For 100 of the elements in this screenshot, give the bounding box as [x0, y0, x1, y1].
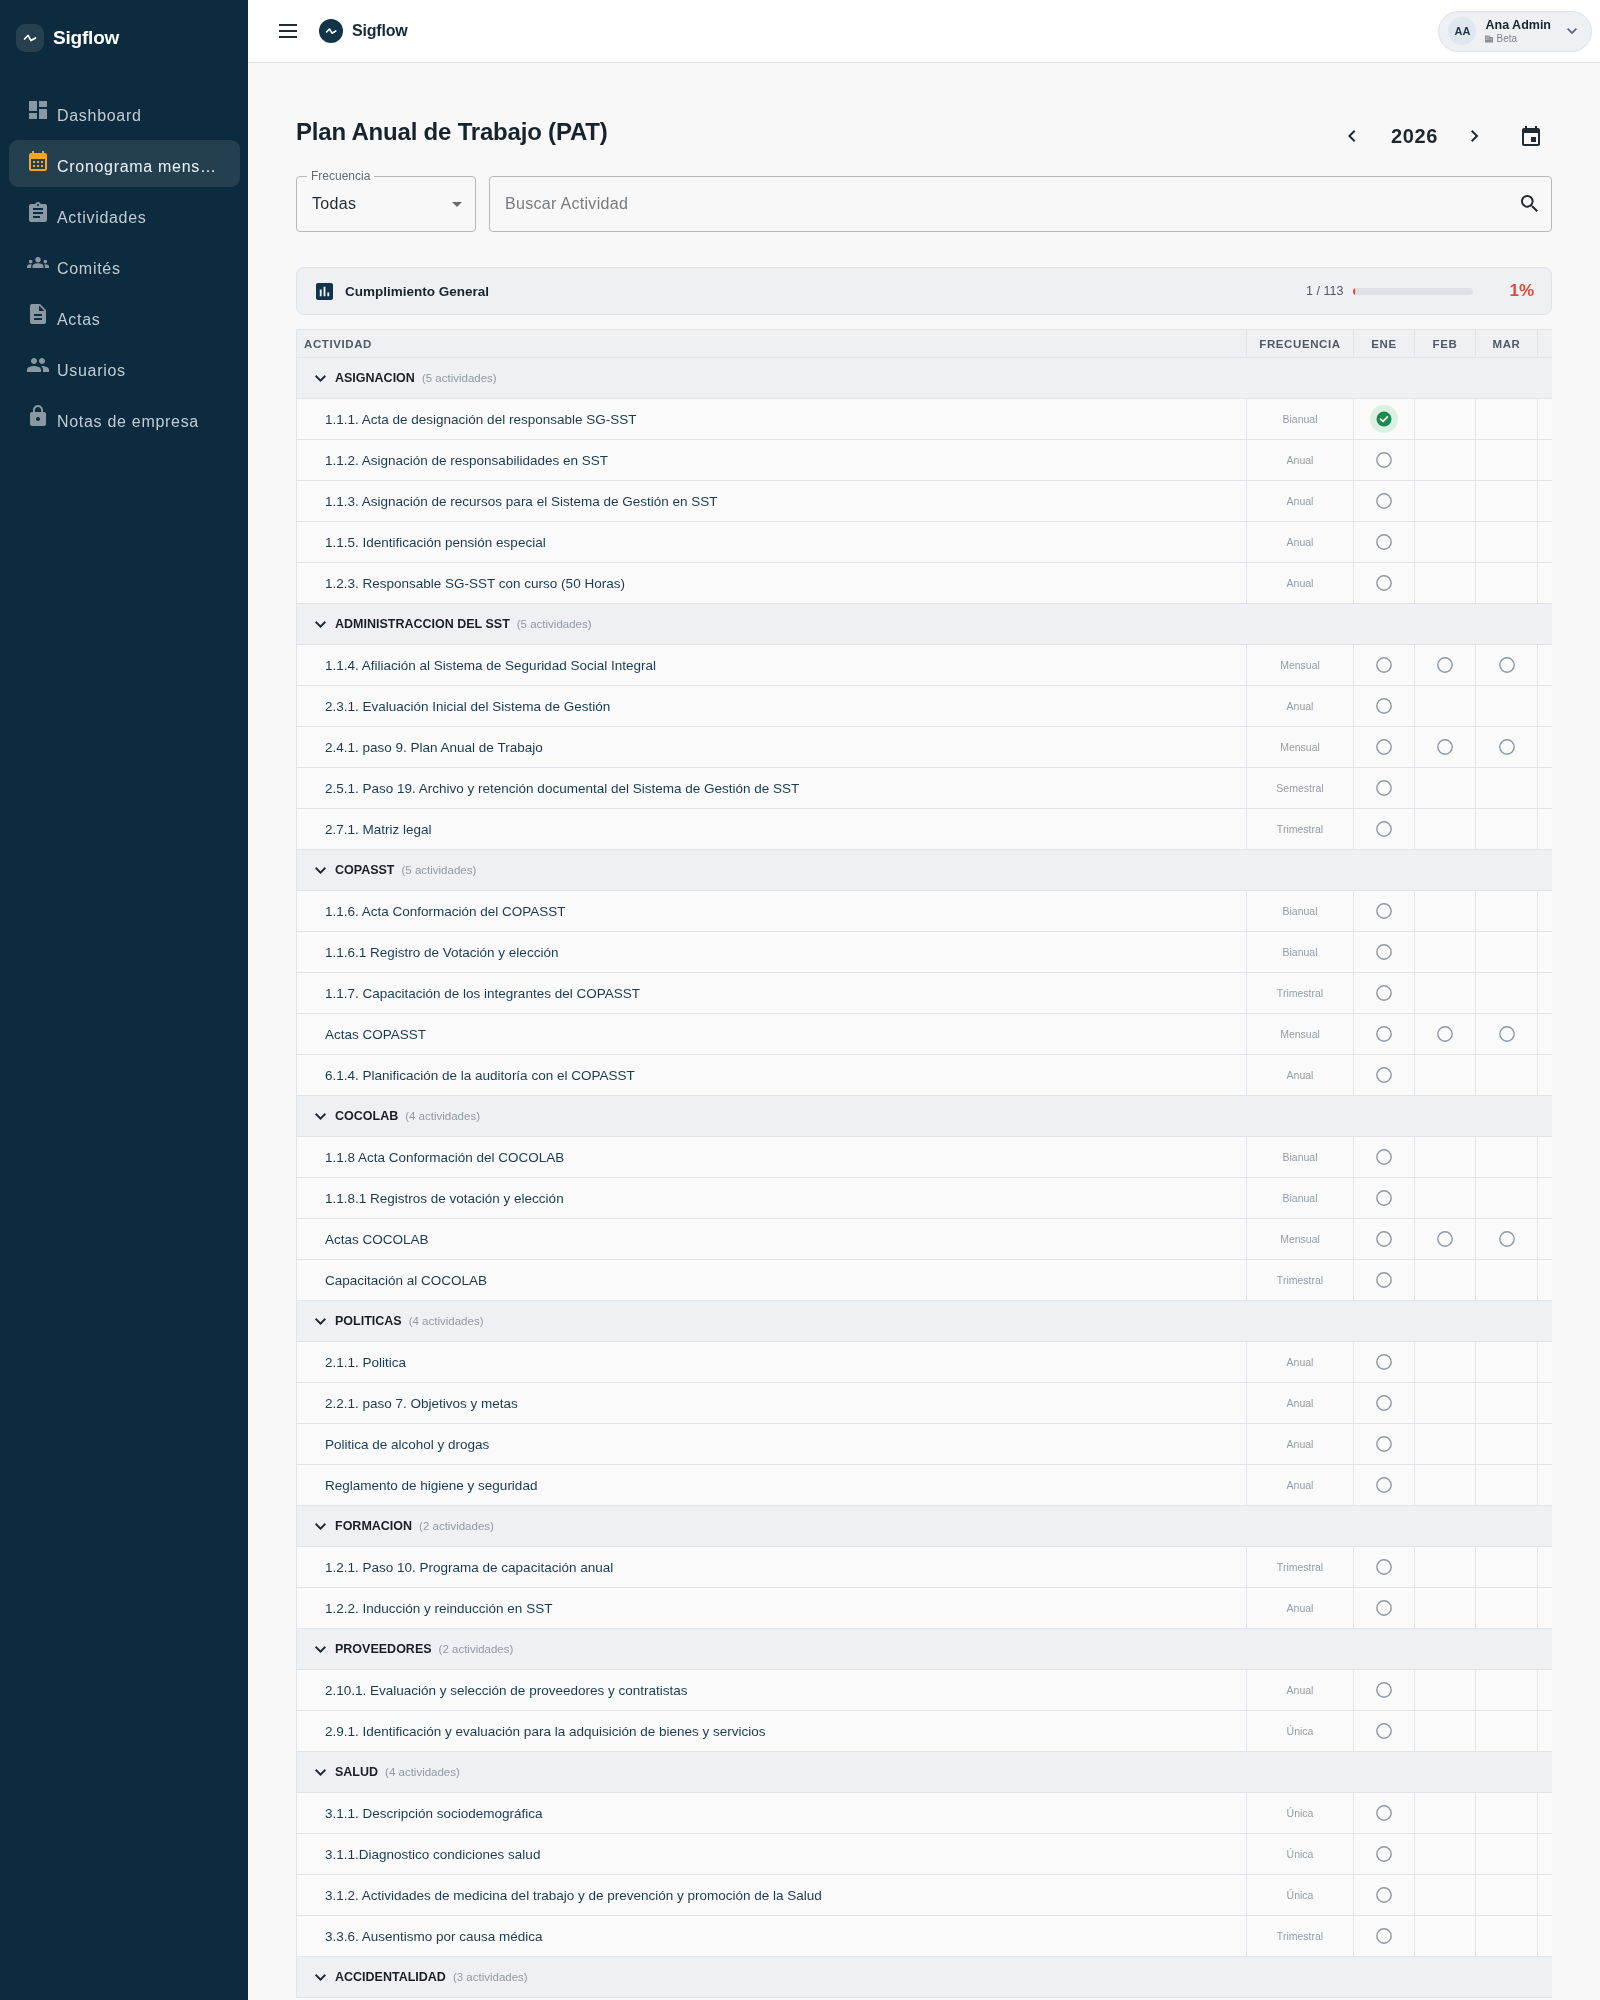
circle-icon[interactable] — [1376, 1354, 1392, 1370]
circle-icon[interactable] — [1376, 1682, 1392, 1698]
activity-name: 1.2.1. Paso 10. Programa de capacitación anual — [325, 1559, 614, 1575]
nav-item[interactable]: Actas — [9, 293, 240, 340]
building-icon — [1485, 34, 1494, 43]
brand-name: Sigflow — [53, 26, 120, 49]
activity-name: 1.1.6.1 Registro de Votación y elección — [325, 944, 559, 960]
group-header-row[interactable]: ACCIDENTALIDAD (3 actividades) — [297, 1957, 1552, 1998]
user-menu-button[interactable]: AA Ana Admin Beta — [1438, 10, 1592, 52]
circle-icon[interactable] — [1376, 1887, 1392, 1903]
circle-icon[interactable] — [1376, 534, 1392, 550]
frequency-select[interactable]: Frecuencia Todas — [296, 168, 476, 232]
circle-icon[interactable] — [1376, 1477, 1392, 1493]
circle-icon[interactable] — [1437, 1231, 1453, 1247]
nav-item[interactable]: Comités — [9, 242, 240, 289]
activity-name: 3.3.6. Ausentismo por causa médica — [325, 1928, 543, 1944]
circle-icon[interactable] — [1376, 452, 1392, 468]
activity-name: 1.1.8.1 Registros de votación y elección — [325, 1190, 564, 1206]
activity-name: Actas COCOLAB — [325, 1231, 429, 1247]
circle-icon[interactable] — [1376, 1395, 1392, 1411]
circle-icon[interactable] — [1376, 780, 1392, 796]
circle-icon[interactable] — [1376, 821, 1392, 837]
circle-icon[interactable] — [1498, 1026, 1515, 1042]
menu-button[interactable] — [279, 24, 297, 38]
activity-name: 2.9.1. Identificación y evaluación para la adquisición de bienes y servicios — [325, 1723, 766, 1739]
group-name: COPASST — [335, 863, 395, 877]
frequency-label: Anual — [1286, 1438, 1314, 1450]
circle-icon[interactable] — [1376, 575, 1392, 591]
circle-icon[interactable] — [1376, 903, 1392, 919]
circle-icon[interactable] — [1376, 1928, 1392, 1944]
circle-icon[interactable] — [1376, 985, 1392, 1001]
circle-icon[interactable] — [1376, 698, 1392, 714]
circle-icon[interactable] — [1437, 1026, 1453, 1042]
frequency-label: Mensual — [1280, 1233, 1320, 1245]
frequency-label: Anual — [1286, 577, 1314, 589]
group-header-row[interactable]: SALUD (4 actividades) — [297, 1752, 1552, 1793]
chevron-left-icon — [1348, 130, 1356, 142]
activity-name: 2.2.1. paso 7. Objetivos y metas — [325, 1395, 518, 1411]
circle-icon[interactable] — [1376, 1190, 1392, 1206]
group-header-row[interactable]: ADMINISTRACCION DEL SST (5 actividades) — [297, 604, 1552, 645]
search-icon[interactable] — [1521, 195, 1538, 212]
nav-item[interactable]: Notas de empresa — [9, 395, 240, 442]
calendar-icon — [1522, 126, 1540, 146]
activity-name: 2.4.1. paso 9. Plan Anual de Trabajo — [325, 739, 543, 755]
circle-icon[interactable] — [1376, 1846, 1392, 1862]
nav-item[interactable]: Cronograma mens… — [9, 140, 240, 187]
circle-icon[interactable] — [1376, 657, 1392, 673]
group-header-row[interactable]: FORMACION (2 actividades) — [297, 1506, 1552, 1547]
circle-icon[interactable] — [1376, 944, 1392, 960]
group-header-row[interactable]: COCOLAB (4 actividades) — [297, 1096, 1552, 1137]
circle-icon[interactable] — [1376, 1436, 1392, 1452]
circle-icon[interactable] — [1376, 739, 1392, 755]
group-header-row[interactable]: ASIGNACION (5 actividades) — [297, 358, 1552, 399]
chevron-down-icon — [1567, 27, 1577, 35]
circle-icon[interactable] — [1498, 657, 1515, 673]
circle-icon[interactable] — [1376, 1272, 1392, 1288]
frequency-label: Anual — [1286, 454, 1314, 466]
nav-item[interactable]: Usuarios — [9, 344, 240, 391]
group-header-row[interactable]: COPASST (5 actividades) — [297, 850, 1552, 891]
circle-icon[interactable] — [1498, 1231, 1515, 1247]
circle-icon[interactable] — [1376, 493, 1392, 509]
circle-icon[interactable] — [1498, 739, 1515, 755]
group-header-row[interactable]: PROVEEDORES (2 actividades) — [297, 1629, 1552, 1670]
avatar: AA — [1448, 17, 1477, 45]
column-header: FRECUENCIA — [1259, 337, 1341, 350]
activity-name: Politica de alcohol y drogas — [325, 1436, 490, 1452]
circle-icon[interactable] — [1376, 1067, 1392, 1083]
circle-icon[interactable] — [1376, 1805, 1392, 1821]
frequency-label: Anual — [1286, 1602, 1314, 1614]
circle-icon[interactable] — [1376, 1723, 1392, 1739]
check-circle-icon[interactable] — [1370, 405, 1398, 433]
frequency-label: Bianual — [1282, 946, 1318, 958]
search-field[interactable]: Buscar Actividad — [489, 176, 1552, 232]
group-name: SALUD — [335, 1765, 379, 1779]
circle-icon[interactable] — [1437, 657, 1453, 673]
circle-icon[interactable] — [1376, 1231, 1392, 1247]
brand-name: Sigflow — [352, 22, 408, 40]
frequency-label: Anual — [1286, 1397, 1314, 1409]
nav-item[interactable]: Actividades — [9, 191, 240, 238]
group-header-row[interactable]: POLITICAS (4 actividades) — [297, 1301, 1552, 1342]
frequency-label: Única — [1286, 1889, 1314, 1901]
circle-icon[interactable] — [1376, 1559, 1392, 1575]
frequency-label: Trimestral — [1276, 1274, 1324, 1286]
frequency-label: Anual — [1286, 1069, 1314, 1081]
nav-item[interactable]: Dashboard — [9, 89, 240, 136]
activity-name: 1.1.1. Acta de designación del responsable SG-SST — [325, 411, 637, 427]
circle-icon[interactable] — [1376, 1026, 1392, 1042]
frequency-label: Bianual — [1282, 413, 1318, 425]
group-name: COCOLAB — [335, 1109, 399, 1123]
group-count: (5 actividades) — [516, 618, 592, 630]
activity-name: 3.1.1.Diagnostico condiciones salud — [325, 1846, 541, 1862]
frequency-label: Anual — [1286, 495, 1314, 507]
page-title: Plan Anual de Trabajo (PAT) — [296, 118, 608, 146]
circle-icon[interactable] — [1376, 1600, 1392, 1616]
frequency-label: Única — [1286, 1848, 1314, 1860]
activity-name: 2.5.1. Paso 19. Archivo y retención documental del Sistema de Gestión de SST — [325, 780, 800, 796]
circle-icon[interactable] — [1376, 1149, 1392, 1165]
circle-icon[interactable] — [1437, 739, 1453, 755]
group-name: ADMINISTRACCION DEL SST — [335, 617, 510, 631]
frequency-label: Anual — [1286, 536, 1314, 548]
